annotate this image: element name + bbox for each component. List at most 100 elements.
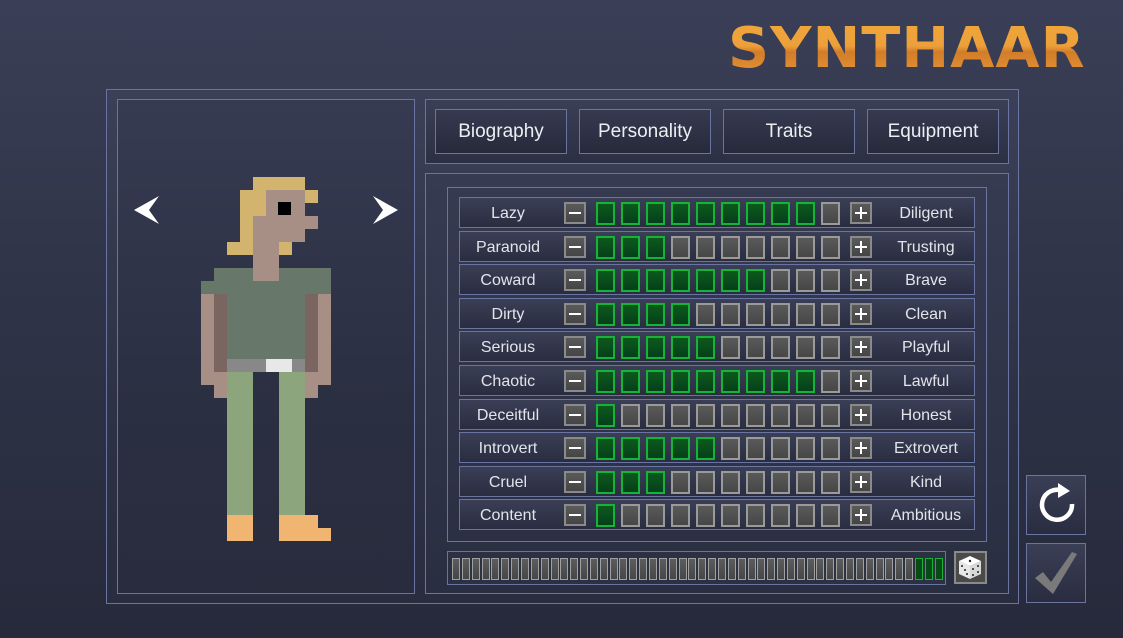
trait-level-segment[interactable] xyxy=(821,403,840,427)
increase-button[interactable] xyxy=(850,202,872,224)
randomize-button[interactable] xyxy=(954,551,987,584)
trait-level-segment[interactable] xyxy=(671,437,690,461)
trait-level-segment[interactable] xyxy=(646,470,665,494)
trait-level-segment[interactable] xyxy=(596,370,615,393)
trait-level-segment[interactable] xyxy=(771,470,790,494)
increase-button[interactable] xyxy=(850,269,872,292)
trait-level-segment[interactable] xyxy=(696,202,715,225)
trait-level-segment[interactable] xyxy=(746,370,765,393)
trait-level-segment[interactable] xyxy=(821,302,840,326)
increase-button[interactable] xyxy=(850,235,872,258)
trait-level-segment[interactable] xyxy=(671,235,690,259)
trait-level-segment[interactable] xyxy=(646,269,665,293)
trait-level-segment[interactable] xyxy=(771,235,790,259)
trait-level-segment[interactable] xyxy=(646,504,665,528)
trait-level-segment[interactable] xyxy=(696,302,715,326)
trait-level-segment[interactable] xyxy=(746,235,765,259)
increase-button[interactable] xyxy=(850,370,872,392)
trait-level-segment[interactable] xyxy=(721,336,740,360)
trait-level-segment[interactable] xyxy=(721,370,740,393)
reset-button[interactable] xyxy=(1026,475,1086,535)
trait-level-segment[interactable] xyxy=(721,269,740,293)
trait-level-segment[interactable] xyxy=(821,269,840,293)
trait-level-segment[interactable] xyxy=(796,504,815,528)
trait-level-segment[interactable] xyxy=(621,235,640,259)
trait-level-segment[interactable] xyxy=(746,202,765,225)
trait-level-segment[interactable] xyxy=(621,370,640,393)
trait-level-segment[interactable] xyxy=(821,202,840,225)
decrease-button[interactable] xyxy=(564,470,586,493)
trait-level-segment[interactable] xyxy=(671,470,690,494)
trait-level-segment[interactable] xyxy=(671,269,690,293)
trait-level-segment[interactable] xyxy=(696,437,715,461)
trait-level-segment[interactable] xyxy=(746,302,765,326)
trait-level-segment[interactable] xyxy=(596,470,615,494)
trait-level-segment[interactable] xyxy=(696,235,715,259)
trait-level-segment[interactable] xyxy=(721,235,740,259)
trait-level-segment[interactable] xyxy=(746,269,765,293)
trait-level-segment[interactable] xyxy=(646,403,665,427)
trait-level-segment[interactable] xyxy=(771,403,790,427)
trait-level-segment[interactable] xyxy=(821,437,840,461)
trait-level-segment[interactable] xyxy=(621,437,640,461)
increase-button[interactable] xyxy=(850,302,872,325)
trait-level-segment[interactable] xyxy=(646,370,665,393)
trait-level-segment[interactable] xyxy=(596,437,615,461)
decrease-button[interactable] xyxy=(564,336,586,359)
trait-level-segment[interactable] xyxy=(621,336,640,360)
trait-level-segment[interactable] xyxy=(771,437,790,461)
trait-level-segment[interactable] xyxy=(771,269,790,293)
decrease-button[interactable] xyxy=(564,202,586,224)
trait-level-segment[interactable] xyxy=(771,302,790,326)
trait-level-segment[interactable] xyxy=(596,403,615,427)
decrease-button[interactable] xyxy=(564,403,586,426)
trait-level-segment[interactable] xyxy=(746,336,765,360)
trait-level-segment[interactable] xyxy=(771,336,790,360)
trait-level-segment[interactable] xyxy=(671,370,690,393)
trait-level-segment[interactable] xyxy=(621,269,640,293)
trait-level-segment[interactable] xyxy=(771,202,790,225)
trait-level-segment[interactable] xyxy=(796,202,815,225)
confirm-button[interactable] xyxy=(1026,543,1086,603)
trait-level-segment[interactable] xyxy=(621,202,640,225)
trait-level-segment[interactable] xyxy=(721,437,740,461)
trait-level-segment[interactable] xyxy=(621,302,640,326)
trait-level-segment[interactable] xyxy=(671,302,690,326)
trait-level-segment[interactable] xyxy=(646,336,665,360)
trait-level-segment[interactable] xyxy=(821,336,840,360)
decrease-button[interactable] xyxy=(564,370,586,392)
decrease-button[interactable] xyxy=(564,235,586,258)
trait-level-segment[interactable] xyxy=(721,470,740,494)
trait-level-segment[interactable] xyxy=(821,504,840,528)
trait-level-segment[interactable] xyxy=(746,437,765,461)
trait-level-segment[interactable] xyxy=(696,403,715,427)
trait-level-segment[interactable] xyxy=(596,235,615,259)
trait-level-segment[interactable] xyxy=(721,202,740,225)
increase-button[interactable] xyxy=(850,504,872,527)
trait-level-segment[interactable] xyxy=(646,437,665,461)
decrease-button[interactable] xyxy=(564,437,586,460)
trait-level-segment[interactable] xyxy=(596,269,615,293)
trait-level-segment[interactable] xyxy=(746,504,765,528)
increase-button[interactable] xyxy=(850,470,872,493)
trait-level-segment[interactable] xyxy=(646,202,665,225)
trait-level-segment[interactable] xyxy=(646,235,665,259)
trait-level-segment[interactable] xyxy=(596,202,615,225)
trait-level-segment[interactable] xyxy=(746,470,765,494)
increase-button[interactable] xyxy=(850,403,872,426)
trait-level-segment[interactable] xyxy=(721,504,740,528)
tab-personality[interactable]: Personality xyxy=(579,109,711,154)
trait-level-segment[interactable] xyxy=(771,504,790,528)
trait-level-segment[interactable] xyxy=(796,269,815,293)
trait-level-segment[interactable] xyxy=(796,370,815,393)
trait-level-segment[interactable] xyxy=(796,336,815,360)
trait-level-segment[interactable] xyxy=(796,403,815,427)
trait-level-segment[interactable] xyxy=(796,235,815,259)
trait-level-segment[interactable] xyxy=(596,302,615,326)
trait-level-segment[interactable] xyxy=(696,504,715,528)
trait-level-segment[interactable] xyxy=(596,504,615,528)
trait-level-segment[interactable] xyxy=(771,370,790,393)
trait-level-segment[interactable] xyxy=(621,470,640,494)
decrease-button[interactable] xyxy=(564,302,586,325)
increase-button[interactable] xyxy=(850,437,872,460)
